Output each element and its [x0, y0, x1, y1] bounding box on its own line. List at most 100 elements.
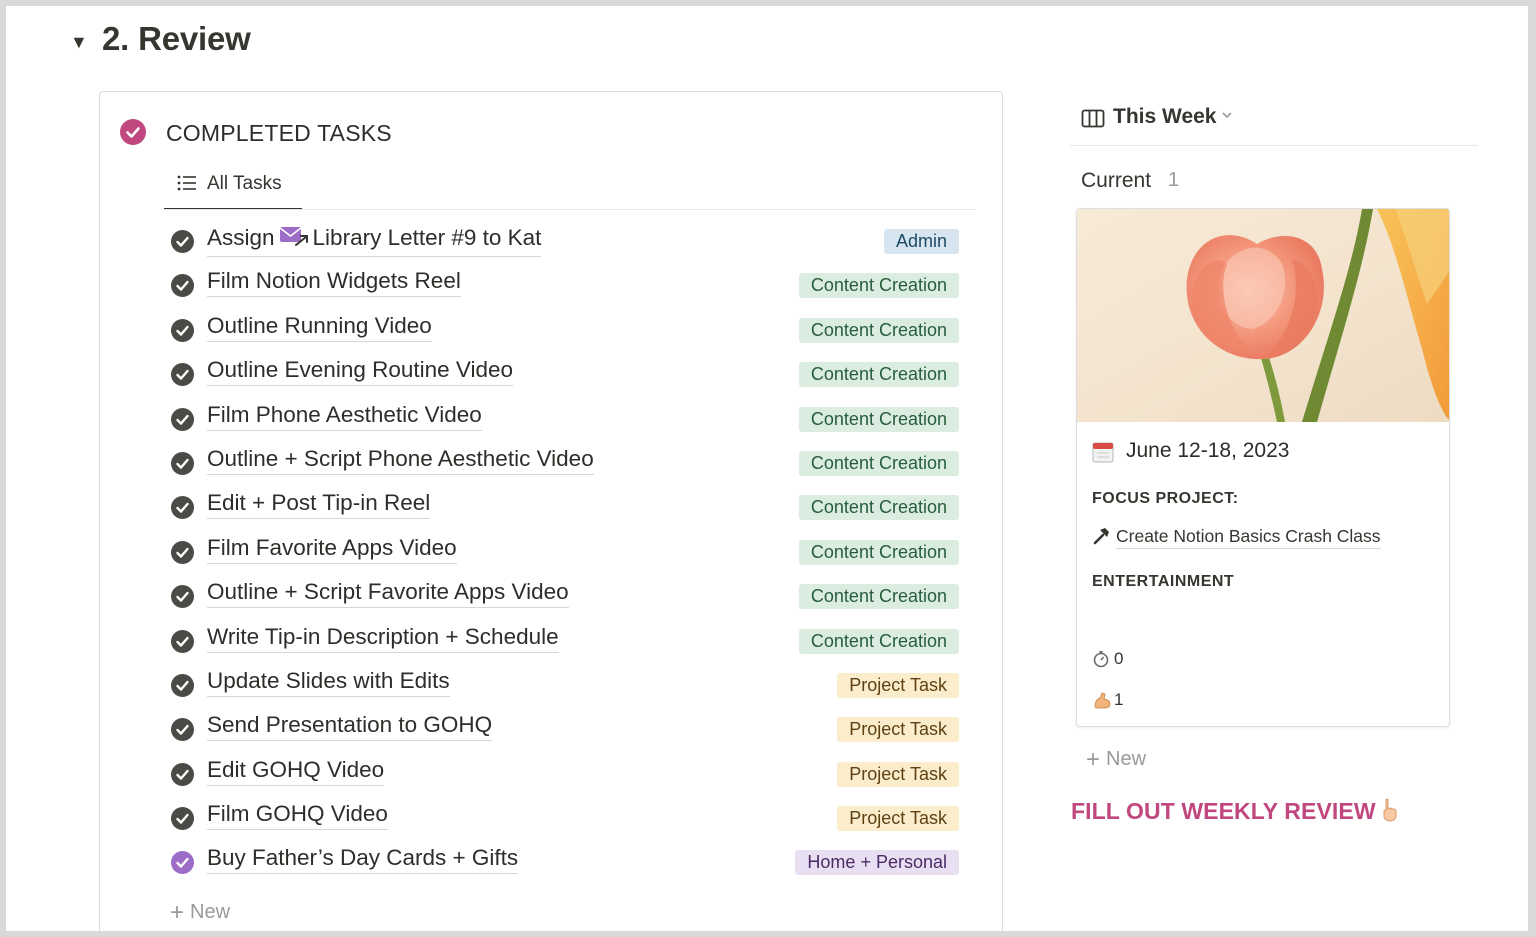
task-name[interactable]: Film Phone Aesthetic Video — [207, 402, 482, 431]
task-name-text: Edit + Post Tip-in Reel — [207, 490, 431, 516]
task-row[interactable]: Film GOHQ Video Project Task — [164, 797, 964, 841]
check-circle-icon[interactable] — [171, 540, 194, 564]
board-group-label: Current — [1081, 169, 1152, 192]
task-name[interactable]: Write Tip-in Description + Schedule — [207, 624, 559, 653]
check-circle-icon[interactable] — [171, 673, 194, 697]
fill-link-label: FILL OUT WEEKLY REVIEW — [1071, 798, 1376, 825]
tulip-photo — [1077, 209, 1449, 422]
task-name[interactable]: Outline + Script Phone Aesthetic Video — [207, 446, 594, 475]
task-name[interactable]: Film Notion Widgets Reel — [207, 268, 461, 298]
check-circle-icon[interactable] — [171, 496, 194, 520]
task-row[interactable]: Edit GOHQ Video Project Task — [164, 753, 964, 797]
category-tag: Content Creation — [798, 450, 959, 476]
category-tag: Content Creation — [798, 273, 959, 299]
task-name[interactable]: Film GOHQ Video — [207, 801, 388, 831]
section-toggle-icon[interactable]: ▼ — [70, 32, 88, 53]
chevron-down-icon[interactable] — [1220, 108, 1234, 125]
task-name[interactable]: Outline Evening Routine Video — [207, 357, 514, 387]
panel-title: COMPLETED TASKS — [166, 120, 392, 146]
check-circle-icon — [120, 119, 146, 145]
task-name[interactable]: Outline Running Video — [207, 313, 432, 342]
entertainment-label: ENTERTAINMENT — [1092, 573, 1235, 590]
check-circle-icon[interactable] — [171, 718, 194, 742]
stopwatch-icon — [1092, 650, 1110, 673]
task-name[interactable]: Buy Father’s Day Cards + Gifts — [207, 845, 519, 875]
tab-label: All Tasks — [207, 173, 282, 194]
page-frame: ▼ 2. Review COMPLETED TASKS All Tasks As… — [6, 6, 1528, 931]
check-circle-icon[interactable] — [171, 230, 194, 253]
task-name-text: Outline + Script Phone Aesthetic Video — [207, 445, 594, 471]
task-name-text: Outline Running Video — [207, 312, 432, 338]
task-row[interactable]: Film Favorite Apps Video Content Creation — [164, 531, 964, 575]
check-circle-icon[interactable] — [171, 363, 194, 387]
board-group-count: 1 — [1168, 169, 1180, 191]
task-name-text: Film Phone Aesthetic Video — [207, 401, 482, 427]
task-row[interactable]: Send Presentation to GOHQ Project Task — [164, 708, 964, 752]
category-tag: Admin — [883, 229, 959, 254]
section-title: 2. Review — [102, 20, 251, 57]
task-name-text: Buy Father’s Day Cards + Gifts — [207, 845, 519, 871]
task-name-text: Library Letter #9 to Kat — [312, 224, 542, 250]
category-tag: Content Creation — [798, 317, 959, 343]
category-tag: Content Creation — [798, 362, 959, 388]
task-row[interactable]: Film Phone Aesthetic Video Content Creati… — [164, 398, 964, 442]
task-list: Assign Library Letter #9 to Kat Admin Film … — [164, 220, 964, 886]
task-row[interactable]: Edit + Post Tip-in Reel Content Creation — [164, 486, 964, 530]
category-tag: Content Creation — [798, 406, 959, 432]
list-icon — [176, 172, 198, 199]
new-card-button[interactable]: + New — [1086, 744, 1147, 773]
task-row[interactable]: Update Slides with Edits Project Task — [164, 664, 964, 708]
task-name-text: Edit GOHQ Video — [207, 756, 385, 782]
category-tag: Home + Personal — [795, 850, 959, 876]
task-name[interactable]: Assign Library Letter #9 to Kat — [207, 224, 542, 257]
task-name[interactable]: Film Favorite Apps Video — [207, 535, 457, 564]
board-view-title: This Week — [1113, 105, 1217, 128]
task-name[interactable]: Update Slides with Edits — [207, 668, 450, 697]
task-name-prefix: Assign — [207, 224, 275, 250]
task-row[interactable]: Write Tip-in Description + Schedule Conte… — [164, 620, 964, 664]
card-date: June 12-18, 2023 — [1126, 439, 1290, 462]
check-circle-icon[interactable] — [171, 451, 194, 475]
tab-divider — [164, 209, 976, 210]
check-circle-icon[interactable] — [171, 274, 194, 298]
new-card-label: New — [1106, 748, 1147, 770]
fill-out-weekly-review-link[interactable]: FILL OUT WEEKLY REVIEW — [1071, 798, 1398, 828]
plus-icon: + — [1086, 746, 1101, 773]
check-circle-icon[interactable] — [171, 318, 194, 342]
task-row[interactable]: Film Notion Widgets Reel Content Creation — [164, 264, 964, 308]
task-row[interactable]: Outline + Script Phone Aesthetic Video Co… — [164, 442, 964, 486]
new-task-button[interactable]: + New — [170, 897, 231, 926]
check-circle-icon[interactable] — [171, 585, 194, 609]
tab-all-tasks[interactable]: All Tasks — [164, 164, 302, 210]
check-circle-icon[interactable] — [171, 807, 194, 831]
focus-project-link[interactable]: Create Notion Basics Crash Class — [1116, 526, 1381, 549]
new-task-label: New — [190, 901, 231, 923]
category-tag: Content Creation — [798, 584, 959, 610]
task-row[interactable]: Outline Running Video Content Creation — [164, 309, 964, 353]
category-tag: Content Creation — [798, 539, 959, 565]
category-tag: Content Creation — [798, 628, 959, 654]
task-row[interactable]: Buy Father’s Day Cards + Gifts Home + Per… — [164, 841, 964, 885]
category-tag: Project Task — [837, 672, 959, 698]
completed-tasks-panel: COMPLETED TASKS All Tasks Assign Library … — [99, 91, 1003, 931]
envelope-arrow-icon — [279, 224, 309, 254]
arm-value: 1 — [1114, 690, 1124, 709]
check-circle-icon[interactable] — [171, 762, 194, 786]
plus-icon: + — [170, 899, 185, 926]
check-circle-icon[interactable] — [171, 851, 194, 875]
week-card[interactable]: June 12-18, 2023 FOCUS PROJECT: Create N… — [1076, 208, 1450, 727]
task-name-text: Send Presentation to GOHQ — [207, 712, 493, 738]
check-circle-icon[interactable] — [171, 407, 194, 431]
task-name[interactable]: Send Presentation to GOHQ — [207, 712, 493, 742]
task-name[interactable]: Edit GOHQ Video — [207, 756, 385, 786]
board-view-header[interactable]: This Week — [1070, 104, 1478, 146]
task-name[interactable]: Outline + Script Favorite Apps Video — [207, 579, 569, 609]
task-name[interactable]: Edit + Post Tip-in Reel — [207, 490, 431, 520]
task-name-text: Update Slides with Edits — [207, 667, 450, 693]
pointing-hand-icon — [1380, 798, 1398, 828]
task-row[interactable]: Outline + Script Favorite Apps Video Cont… — [164, 575, 964, 619]
task-row[interactable]: Assign Library Letter #9 to Kat Admin — [164, 220, 964, 264]
hammer-icon — [1091, 526, 1111, 551]
task-row[interactable]: Outline Evening Routine Video Content Cre… — [164, 353, 964, 397]
check-circle-icon[interactable] — [171, 629, 194, 653]
